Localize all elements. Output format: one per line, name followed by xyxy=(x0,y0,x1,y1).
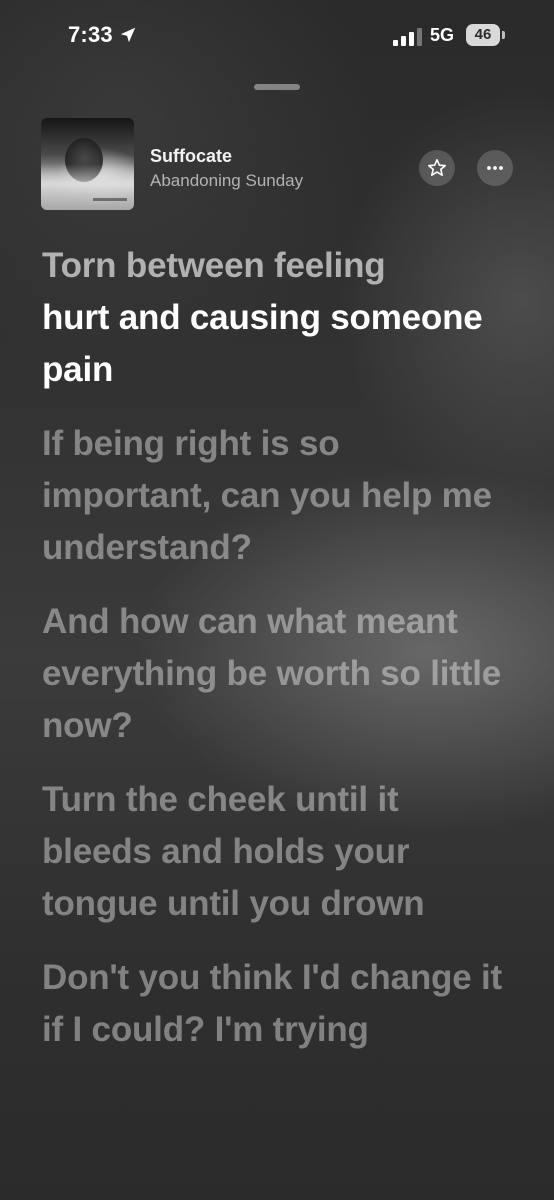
now-playing-header: Suffocate Abandoning Sunday xyxy=(41,118,514,210)
song-title: Suffocate xyxy=(150,146,233,166)
status-time: 7:33 xyxy=(68,22,113,47)
favorite-button[interactable] xyxy=(419,150,455,186)
album-artwork[interactable] xyxy=(41,118,134,210)
location-arrow-icon xyxy=(120,27,136,43)
battery-level: 46 xyxy=(474,26,492,43)
lyrics-view[interactable]: Torn between feeling hurt and causing so… xyxy=(42,240,512,1078)
lyric-line-active[interactable]: Torn between feeling hurt and causing so… xyxy=(42,240,512,396)
lyric-current-part: hurt and causing someone pain xyxy=(42,298,483,389)
star-icon xyxy=(428,159,446,176)
status-bar: 7:33 5G 46 xyxy=(0,0,554,70)
lyric-line[interactable]: If being right is so important, can you … xyxy=(42,418,512,574)
more-button[interactable] xyxy=(477,150,513,186)
network-type: 5G xyxy=(430,25,455,45)
sheet-grabber[interactable] xyxy=(254,84,300,90)
lyric-line[interactable]: Turn the cheek until it bleeds and holds… xyxy=(42,774,512,930)
lyric-sung-part: Torn between feeling xyxy=(42,246,386,285)
battery-icon: 46 xyxy=(466,24,506,46)
lyric-line[interactable]: Don't you think I'd change it if I could… xyxy=(42,952,512,1056)
lyric-line[interactable]: And how can what meant everything be wor… xyxy=(42,596,512,752)
ellipsis-icon xyxy=(487,166,503,170)
cellular-signal-icon xyxy=(393,28,422,46)
song-artist[interactable]: Abandoning Sunday xyxy=(150,171,303,191)
